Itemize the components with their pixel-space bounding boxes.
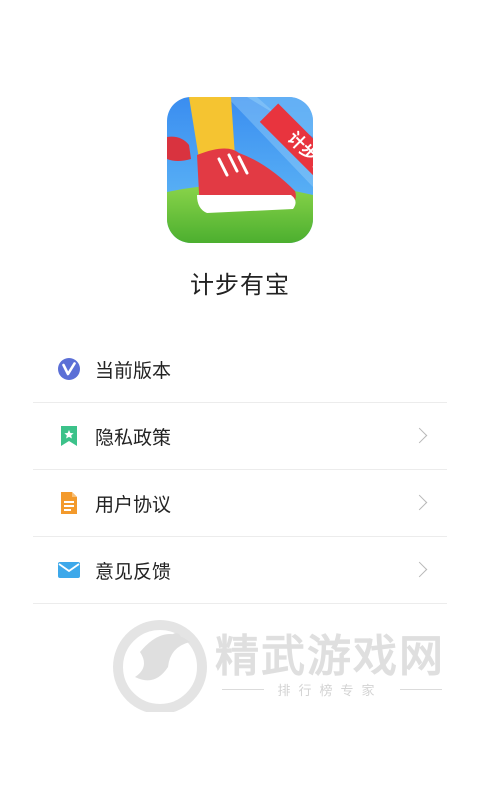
app-icon: 计步有宝: [167, 97, 313, 243]
privacy-bookmark-icon: [57, 424, 81, 448]
watermark-logo-icon: [113, 620, 207, 712]
menu-item-label: 当前版本: [95, 359, 172, 382]
version-v-icon: [57, 357, 81, 381]
menu-item-feedback[interactable]: 意见反馈: [33, 537, 447, 604]
watermark-title: 精武游戏网: [215, 631, 445, 682]
menu-item-label: 意见反馈: [95, 560, 172, 583]
menu-item-label: 用户协议: [95, 493, 172, 516]
menu-item-privacy-policy[interactable]: 隐私政策: [33, 403, 447, 470]
watermark-subtitle: 排行榜专家: [277, 684, 383, 699]
feedback-envelope-icon: [57, 558, 81, 582]
app-name: 计步有宝: [190, 271, 290, 299]
menu-item-current-version[interactable]: 当前版本: [33, 336, 447, 403]
chevron-right-icon: [411, 427, 428, 444]
menu-item-user-agreement[interactable]: 用户协议: [33, 470, 447, 537]
app-icon-image: 计步有宝: [167, 97, 313, 243]
menu-item-label: 隐私政策: [95, 426, 172, 449]
chevron-right-icon: [411, 561, 428, 578]
settings-menu: 当前版本 隐私政策 用户协议 意见反馈: [33, 336, 447, 604]
watermark: 精武游戏网 排行榜专家: [110, 612, 460, 722]
agreement-document-icon: [57, 491, 81, 515]
chevron-right-icon: [411, 494, 428, 511]
